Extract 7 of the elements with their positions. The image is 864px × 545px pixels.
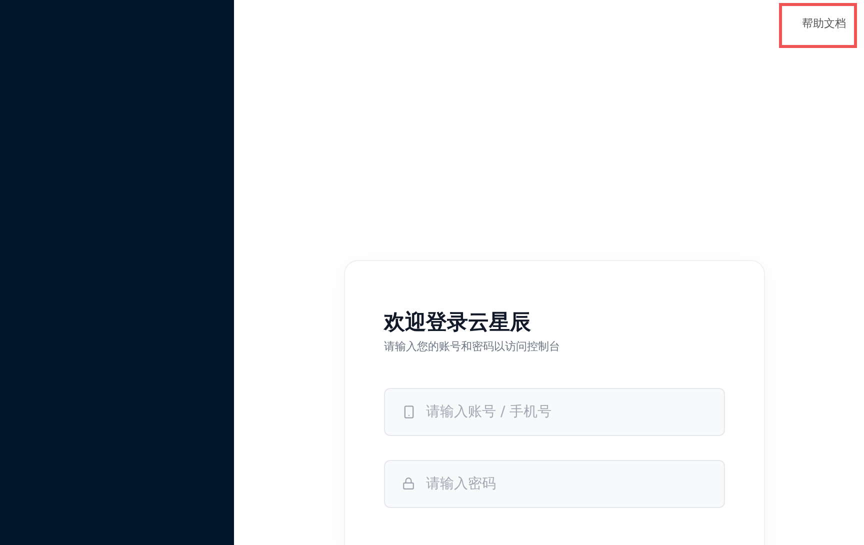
card-title: 欢迎登录云星辰 (384, 309, 532, 336)
help-link[interactable]: 帮助文档 (779, 3, 857, 48)
lock-icon (402, 476, 415, 490)
card-subtitle: 请输入您的账号和密码以访问控制台 (384, 339, 561, 355)
input-field[interactable]: 请输入密码 (384, 460, 725, 508)
phone-icon (402, 404, 416, 418)
input-field[interactable]: 请输入账号 / 手机号 (384, 388, 725, 436)
